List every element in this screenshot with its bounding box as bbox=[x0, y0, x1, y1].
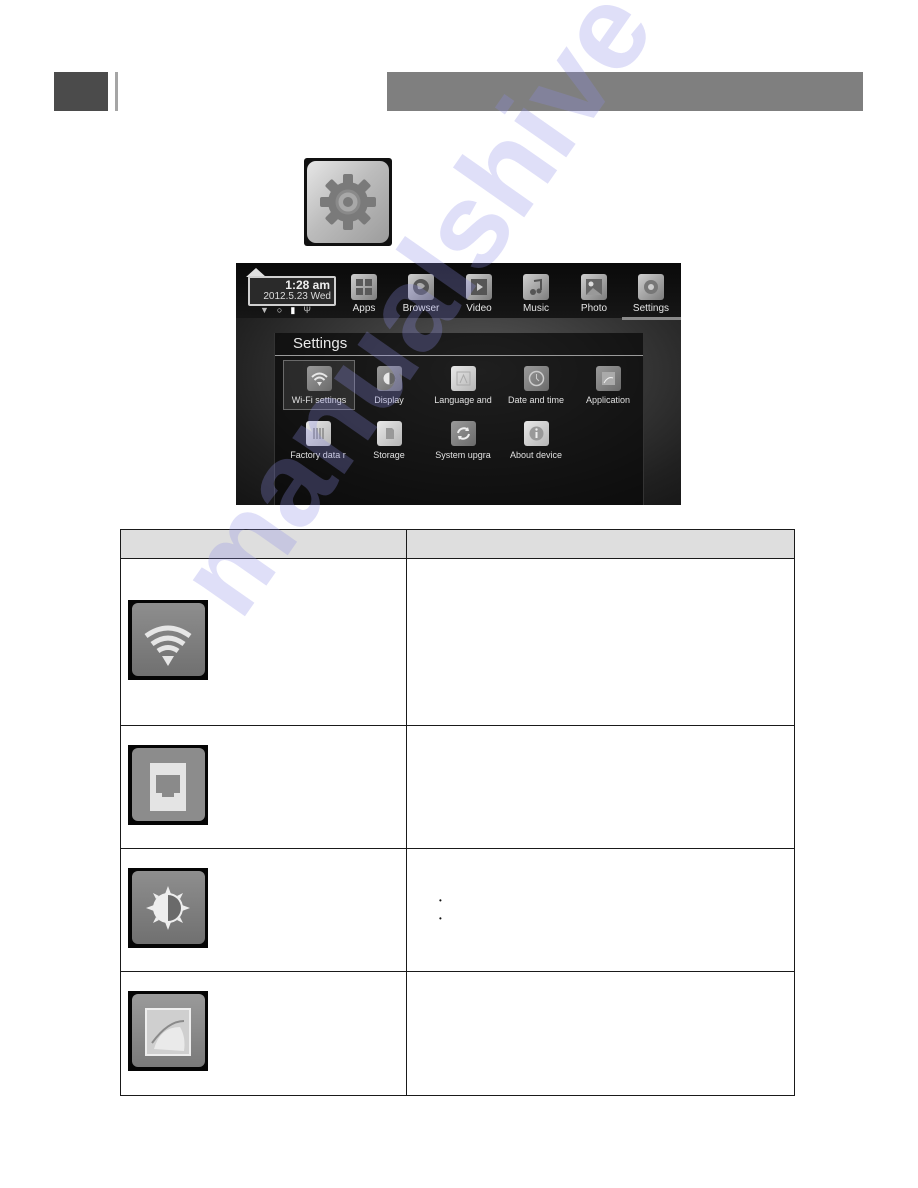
settings-panel-rule bbox=[275, 355, 643, 356]
refresh-icon bbox=[450, 421, 476, 446]
settings-item-wifi[interactable]: Wi-Fi settings bbox=[283, 360, 355, 410]
language-icon bbox=[450, 366, 476, 391]
table-cell-description: • • bbox=[406, 848, 795, 972]
wifi-icon: ▼ bbox=[260, 305, 269, 315]
header-divider bbox=[115, 72, 118, 111]
usb-icon: Ψ bbox=[303, 305, 311, 315]
settings-app-icon bbox=[304, 158, 392, 246]
app-settings[interactable]: Settings bbox=[623, 274, 679, 314]
globe-icon bbox=[408, 274, 434, 300]
selected-tab-indicator bbox=[622, 317, 681, 320]
wifi-icon bbox=[128, 599, 208, 680]
brightness-icon bbox=[128, 867, 208, 948]
clock-date: 2012.5.23 Wed bbox=[263, 291, 331, 302]
sync-icon: ○ bbox=[276, 305, 283, 315]
contrast-icon bbox=[376, 366, 402, 391]
bullet-list: • • bbox=[407, 892, 794, 928]
app-browser[interactable]: Browser bbox=[393, 274, 449, 314]
table-row bbox=[120, 558, 795, 726]
chapter-marker bbox=[54, 72, 108, 111]
app-music[interactable]: Music bbox=[508, 274, 564, 314]
film-icon bbox=[466, 274, 492, 300]
table-cell-description bbox=[406, 558, 795, 726]
bullet-item: • bbox=[439, 896, 442, 905]
settings-item-storage[interactable]: Storage bbox=[354, 421, 424, 460]
ethernet-icon bbox=[128, 744, 208, 825]
table-cell-description bbox=[406, 971, 795, 1096]
settings-description-table: • • bbox=[120, 529, 795, 1096]
table-cell-description bbox=[406, 725, 795, 849]
settings-item-about-device[interactable]: About device bbox=[501, 421, 571, 460]
table-cell-icon bbox=[120, 725, 407, 849]
gear-icon bbox=[320, 174, 376, 230]
sd-card-icon: ▮ bbox=[290, 305, 296, 315]
settings-panel: Settings Wi-Fi settings Display Language… bbox=[274, 333, 644, 505]
table-cell-icon bbox=[120, 848, 407, 972]
table-row bbox=[120, 971, 795, 1096]
sd-card-icon bbox=[376, 421, 402, 446]
application-icon bbox=[595, 366, 621, 391]
header-bar bbox=[387, 72, 863, 111]
status-icons: ▼ ○ ▮ Ψ bbox=[260, 305, 311, 315]
settings-panel-title: Settings bbox=[293, 335, 348, 352]
table-cell-icon bbox=[120, 971, 407, 1096]
settings-item-application[interactable]: Application bbox=[573, 366, 643, 405]
android-application-icon bbox=[128, 991, 208, 1071]
settings-item-system-upgrade[interactable]: System upgra bbox=[428, 421, 498, 460]
app-apps[interactable]: Apps bbox=[336, 274, 392, 314]
table-row bbox=[120, 725, 795, 849]
app-photo[interactable]: Photo bbox=[566, 274, 622, 314]
settings-item-date-time[interactable]: Date and time bbox=[501, 366, 571, 405]
apps-grid-icon bbox=[351, 274, 377, 300]
table-cell-icon bbox=[120, 558, 407, 726]
clock-time: 1:28 am bbox=[285, 278, 330, 292]
settings-item-language[interactable]: Language and bbox=[428, 366, 498, 405]
settings-item-display[interactable]: Display bbox=[354, 366, 424, 405]
table-header-row bbox=[120, 529, 795, 559]
settings-item-factory-reset[interactable]: Factory data r bbox=[283, 421, 353, 460]
gear-icon bbox=[638, 274, 664, 300]
table-header-description bbox=[406, 529, 795, 559]
wifi-icon bbox=[306, 366, 332, 391]
bullet-item: • bbox=[439, 914, 442, 923]
music-note-icon bbox=[523, 274, 549, 300]
clock-widget: 1:28 am 2012.5.23 Wed bbox=[248, 276, 336, 306]
table-header-icon bbox=[120, 529, 407, 559]
app-launcher-bar: 1:28 am 2012.5.23 Wed ▼ ○ ▮ Ψ Apps Brows… bbox=[236, 263, 681, 320]
factory-reset-icon bbox=[305, 421, 331, 446]
clock-icon bbox=[523, 366, 549, 391]
device-screenshot: 1:28 am 2012.5.23 Wed ▼ ○ ▮ Ψ Apps Brows… bbox=[236, 263, 681, 505]
table-row: • • bbox=[120, 848, 795, 972]
app-video[interactable]: Video bbox=[451, 274, 507, 314]
photo-icon bbox=[581, 274, 607, 300]
info-icon bbox=[523, 421, 549, 446]
